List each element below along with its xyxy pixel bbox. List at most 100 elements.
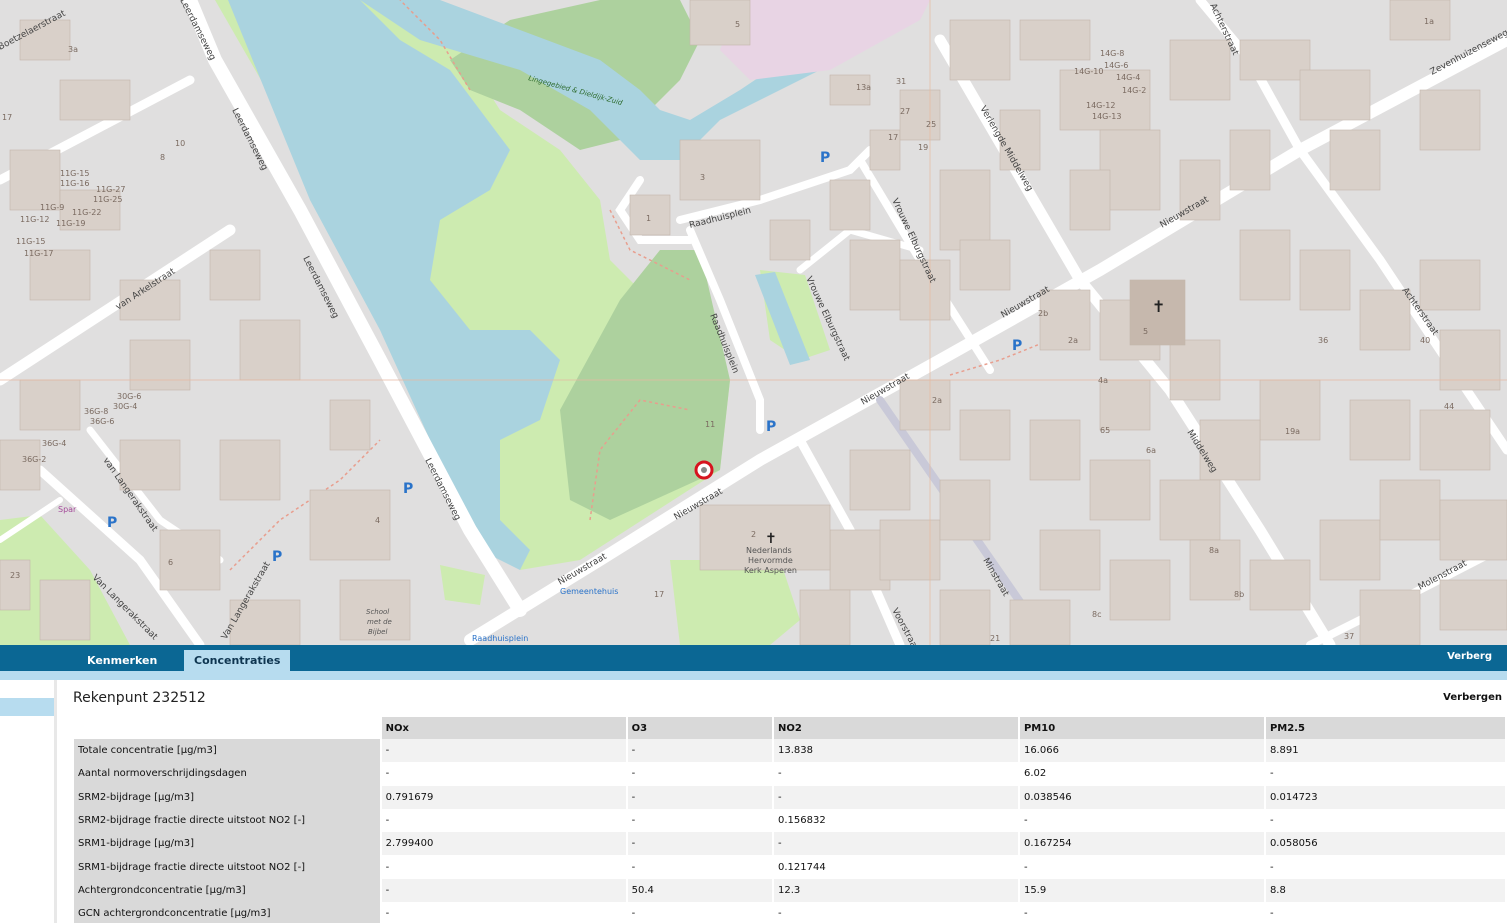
house-number: 6 <box>168 558 173 567</box>
house-number: 11G-15 <box>60 169 89 178</box>
table-row: Aantal normoverschrijdingsdagen - - - 6.… <box>74 762 1505 786</box>
house-number: 11G-25 <box>93 195 122 204</box>
hide-panel-link[interactable]: Verberg <box>1447 651 1492 662</box>
parking-icon: P <box>107 515 117 531</box>
map-canvas[interactable]: ✝ ✝ Leerdamseweg Leerdamseweg Leerdamsew… <box>0 0 1507 645</box>
cell-pm25: 0.014723 <box>1265 785 1505 809</box>
cell-o3: - <box>627 808 772 833</box>
house-number: 11G-27 <box>96 185 125 194</box>
concentrations-panel: Rekenpunt 232512 Verbergen NOx O3 NO2 PM… <box>57 680 1507 923</box>
table-row: SRM1-bijdrage fractie directe uitstoot N… <box>74 855 1505 879</box>
panel-title: Rekenpunt 232512 <box>73 690 206 706</box>
cell-o3: - <box>627 785 772 809</box>
poi-label-bus-stop[interactable]: Raadhuisplein <box>472 634 528 643</box>
table-row: SRM2-bijdrage [µg/m3] 0.791679 - - 0.038… <box>74 785 1505 809</box>
church-label-line3: Kerk Asperen <box>744 566 797 575</box>
house-number: 19a <box>1285 427 1300 436</box>
cell-no2: 0.156832 <box>773 808 1018 833</box>
cell-pm25: 8.891 <box>1265 739 1505 763</box>
table-header-o3: O3 <box>627 717 772 739</box>
table-header-no2: NO2 <box>773 717 1018 739</box>
table-header-nox: NOx <box>381 717 626 739</box>
parking-icon: P <box>272 549 282 565</box>
house-number: 2 <box>751 530 756 539</box>
poi-label-gemeentehuis[interactable]: Gemeentehuis <box>560 587 618 596</box>
house-number: 14G-8 <box>1100 49 1124 58</box>
cell-nox: 2.799400 <box>381 832 626 856</box>
house-number: 3a <box>68 45 78 54</box>
cell-nox: - <box>381 762 626 786</box>
house-number: 44 <box>1444 402 1454 411</box>
cell-o3: - <box>627 832 772 856</box>
rail-selected-item[interactable] <box>0 698 55 716</box>
cell-pm25: - <box>1265 902 1505 923</box>
cell-nox: - <box>381 739 626 763</box>
house-number: 4 <box>375 516 380 525</box>
cell-o3: - <box>627 855 772 879</box>
house-number: 25 <box>926 120 936 129</box>
church-label-line1: Nederlands <box>746 546 792 555</box>
row-label: GCN achtergrondconcentratie [µg/m3] <box>74 902 380 923</box>
row-label: SRM1-bijdrage fractie directe uitstoot N… <box>74 855 380 879</box>
house-number: 3 <box>700 173 705 182</box>
house-number: 2a <box>1068 336 1078 345</box>
cell-pm10: 0.038546 <box>1019 785 1264 809</box>
house-number: 8 <box>160 153 165 162</box>
house-number: 30G-6 <box>117 392 141 401</box>
bottom-panel-tabbar: Kenmerken Concentraties Verberg <box>0 645 1507 671</box>
church-icon: ✝ <box>1152 297 1165 316</box>
house-number: 11G-15 <box>16 237 45 246</box>
tab-kenmerken[interactable]: Kenmerken <box>77 650 167 671</box>
house-number: 14G-12 <box>1086 101 1115 110</box>
parking-icon: P <box>820 150 830 166</box>
row-label: Achtergrondconcentratie [µg/m3] <box>74 878 380 903</box>
table-row: Achtergrondconcentratie [µg/m3] - 50.4 1… <box>74 878 1505 903</box>
house-number: 36G-6 <box>90 417 114 426</box>
house-number: 11G-22 <box>72 208 101 217</box>
cell-pm10: 0.167254 <box>1019 832 1264 856</box>
map-view[interactable]: ✝ ✝ Leerdamseweg Leerdamseweg Leerdamsew… <box>0 0 1507 645</box>
tab-concentraties[interactable]: Concentraties <box>184 650 291 671</box>
cell-pm10: - <box>1019 855 1264 879</box>
house-number: 19 <box>918 143 928 152</box>
house-number: 36G-2 <box>22 455 46 464</box>
left-rail <box>0 680 55 923</box>
house-number: 17 <box>2 113 12 122</box>
verbergen-button[interactable]: Verbergen <box>1443 692 1502 703</box>
house-number: 40 <box>1420 336 1430 345</box>
school-label-line1: School <box>366 608 389 616</box>
cell-no2: - <box>773 902 1018 923</box>
house-number: 14G-4 <box>1116 73 1140 82</box>
cell-nox: - <box>381 808 626 833</box>
cell-no2: - <box>773 785 1018 809</box>
concentrations-table: NOx O3 NO2 PM10 PM2.5 Totale concentrati… <box>72 717 1507 923</box>
house-number: 11G-16 <box>60 179 89 188</box>
house-number: 2b <box>1038 309 1048 318</box>
cell-pm10: 15.9 <box>1019 878 1264 903</box>
house-number: 36G-4 <box>42 439 66 448</box>
cell-o3: - <box>627 902 772 923</box>
house-number: 14G-13 <box>1092 112 1121 121</box>
row-label: SRM2-bijdrage fractie directe uitstoot N… <box>74 808 380 833</box>
table-header-row: NOx O3 NO2 PM10 PM2.5 <box>74 717 1505 739</box>
cell-pm25: - <box>1265 808 1505 833</box>
cell-pm25: - <box>1265 855 1505 879</box>
house-number: 23 <box>10 571 20 580</box>
house-number: 14G-2 <box>1122 86 1146 95</box>
cell-nox: - <box>381 902 626 923</box>
cell-no2: 13.838 <box>773 739 1018 763</box>
house-number: 10 <box>175 139 185 148</box>
house-number: 37 <box>1344 632 1354 641</box>
school-label-line3: Bijbel <box>368 628 387 636</box>
house-number: 17 <box>888 133 898 142</box>
school-label-line2: met de <box>367 618 392 626</box>
house-number: 11G-17 <box>24 249 53 258</box>
house-number: 5 <box>1143 327 1148 336</box>
poi-label-spar[interactable]: Spar <box>58 505 77 514</box>
row-label: SRM2-bijdrage [µg/m3] <box>74 785 380 809</box>
row-label: Aantal normoverschrijdingsdagen <box>74 762 380 786</box>
house-number: 5 <box>735 20 740 29</box>
cell-pm10: - <box>1019 902 1264 923</box>
house-number: 21 <box>990 634 1000 643</box>
house-number: 17 <box>654 590 664 599</box>
